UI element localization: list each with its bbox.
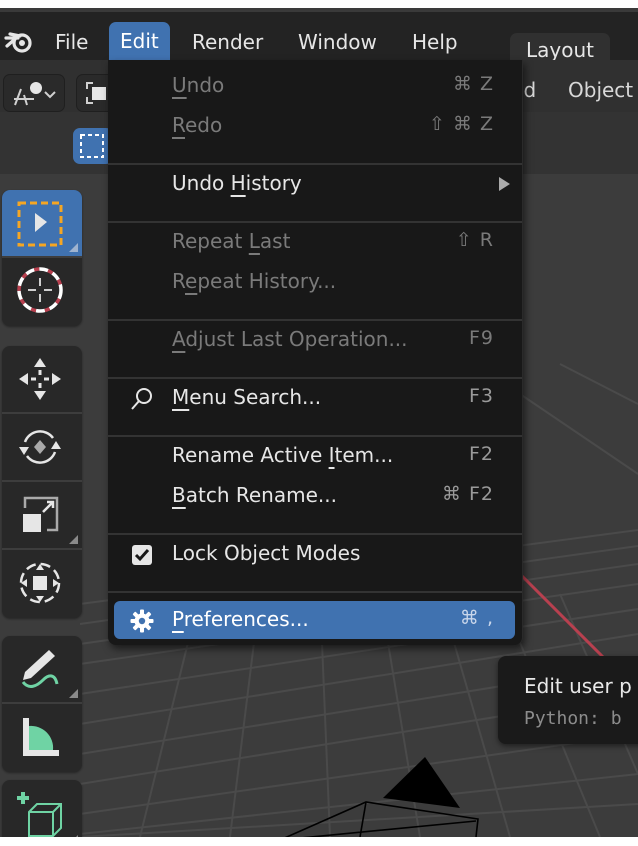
tool-cursor[interactable]	[2, 258, 82, 326]
menu-edit[interactable]: Edit	[109, 22, 170, 60]
select-box-mode-icon	[80, 134, 104, 158]
tool-add-cube[interactable]	[2, 780, 82, 837]
select-mode-icon	[86, 82, 106, 104]
shortcut-label: ⌘ ,	[459, 607, 494, 629]
tooltip-python: Python: b	[524, 708, 622, 729]
checkbox-checked-icon[interactable]	[130, 543, 154, 567]
blender-logo-icon[interactable]	[4, 26, 34, 56]
tool-scale[interactable]	[2, 482, 82, 550]
menu-item-preferences[interactable]: Preferences... ⌘ ,	[114, 601, 515, 639]
select-box-icon	[17, 201, 63, 247]
transform-icon	[19, 562, 61, 604]
tool-rotate[interactable]	[2, 414, 82, 482]
shortcut-label: F3	[468, 385, 494, 407]
menu-file[interactable]: File	[44, 26, 99, 58]
menu-help[interactable]: Help	[401, 26, 469, 58]
tool-variants-indicator	[69, 689, 78, 698]
tooltip-description: Edit user p	[524, 674, 632, 698]
shortcut-label: F9	[468, 327, 494, 349]
menu-window[interactable]: Window	[287, 26, 388, 58]
gear-icon	[130, 609, 154, 633]
menu-item-adjust-last-operation[interactable]: Adjust Last Operation... F9	[108, 321, 522, 359]
move-icon	[19, 358, 61, 400]
submenu-arrow-icon	[499, 177, 510, 191]
rotate-icon	[19, 430, 61, 464]
camera-object	[284, 757, 479, 837]
header-menu-object[interactable]: Object	[568, 78, 633, 102]
menu-item-batch-rename[interactable]: Batch Rename... ⌘ F2	[108, 477, 522, 515]
menu-render[interactable]: Render	[181, 26, 274, 58]
toolbar-group-annotate	[2, 636, 82, 772]
measure-icon	[23, 718, 59, 756]
shortcut-label: F2	[468, 443, 494, 465]
tool-variants-indicator	[69, 535, 78, 544]
preferences-tooltip: Edit user p Python: b	[498, 656, 638, 744]
menu-item-undo-history[interactable]: Undo History	[108, 165, 522, 203]
search-icon	[131, 388, 152, 410]
tool-variants-indicator	[69, 835, 78, 837]
menu-item-rename-active-item[interactable]: Rename Active Item... F2	[108, 437, 522, 475]
toolbar-group-add	[2, 780, 82, 837]
menu-item-repeat-history[interactable]: Repeat History...	[108, 263, 522, 301]
add-cube-icon	[17, 792, 62, 837]
tool-measure[interactable]	[2, 704, 82, 772]
shortcut-label: ⌘ Z	[452, 73, 494, 95]
select-box-mode-button[interactable]	[73, 128, 113, 164]
toolbar-group-transform	[2, 346, 82, 618]
menu-item-redo[interactable]: Redo ⇧ ⌘ Z	[108, 107, 522, 145]
chevron-down-icon	[44, 91, 56, 99]
tool-move[interactable]	[2, 346, 82, 414]
tool-select-box[interactable]	[2, 190, 82, 258]
annotate-icon	[21, 650, 59, 688]
shortcut-label: ⇧ R	[455, 229, 494, 251]
menu-item-lock-object-modes[interactable]: Lock Object Modes	[108, 535, 522, 573]
tool-variants-indicator	[69, 243, 78, 252]
top-menu-bar: File Edit Render Window Help Layout	[0, 8, 638, 65]
toolbar-group-select	[2, 190, 82, 326]
tool-annotate[interactable]	[2, 636, 82, 704]
menu-item-repeat-last[interactable]: Repeat Last ⇧ R	[108, 223, 522, 261]
object-interaction-mode-button[interactable]	[3, 74, 65, 112]
editor-type-icon	[14, 82, 56, 106]
cursor-icon	[17, 267, 63, 313]
scale-icon	[23, 496, 59, 532]
menu-item-undo[interactable]: Undo ⌘ Z	[108, 67, 522, 105]
tool-transform[interactable]	[2, 550, 82, 618]
blender-window: File Edit Render Window Help Layout ld O…	[0, 8, 638, 837]
menu-separator	[108, 591, 522, 593]
shortcut-label: ⇧ ⌘ Z	[428, 113, 494, 135]
shortcut-label: ⌘ F2	[441, 483, 494, 505]
menu-item-menu-search[interactable]: Menu Search... F3	[108, 379, 522, 417]
edit-menu-dropdown: Undo ⌘ Z Redo ⇧ ⌘ Z Undo History Repeat …	[108, 60, 523, 645]
